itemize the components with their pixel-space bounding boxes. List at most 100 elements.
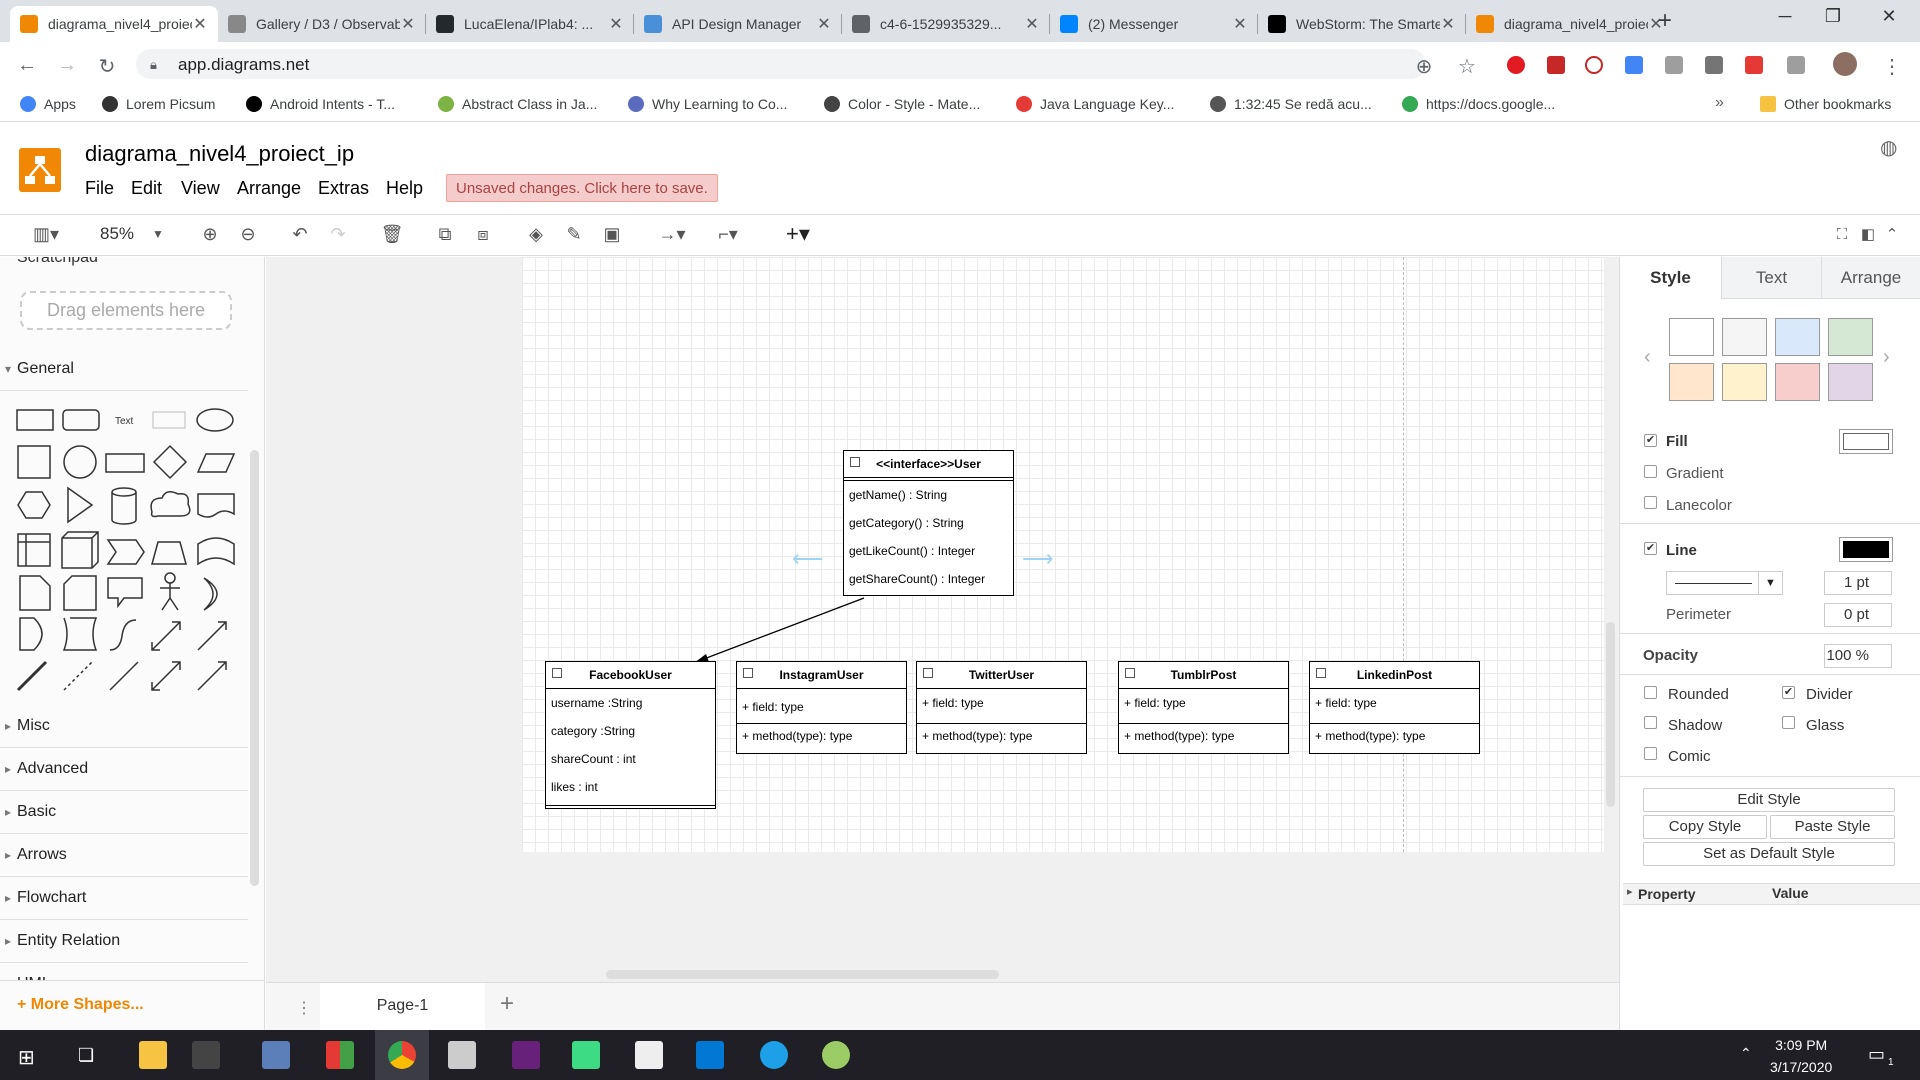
swatch-prev-icon[interactable]: ‹ <box>1644 346 1651 369</box>
property-column-header: Property <box>1638 886 1696 902</box>
uml-method: + method(type): type <box>1124 729 1235 743</box>
divider-label: Divider <box>1806 686 1853 703</box>
shadow-checkbox[interactable] <box>1644 716 1657 729</box>
pages-menu-icon[interactable]: ⋮ <box>296 998 312 1018</box>
line-style-select[interactable]: ▼ <box>1666 571 1783 595</box>
chrome-icon[interactable] <box>388 1041 416 1069</box>
uml-separator <box>546 805 715 806</box>
panel-divider <box>1620 523 1920 524</box>
glass-label: Glass <box>1806 717 1845 734</box>
uml-class-instagramuser[interactable]: InstagramUser + field: type + method(typ… <box>736 661 907 754</box>
uml-field: + field: type <box>1315 696 1377 710</box>
uml-field: username :String <box>551 696 643 710</box>
fill-label: Fill <box>1666 433 1688 450</box>
line-color-picker[interactable] <box>1839 537 1893 562</box>
style-swatch[interactable] <box>1775 318 1820 356</box>
uml-interface-user[interactable]: <<interface>>User getName() : String get… <box>843 450 1014 596</box>
perimeter-input[interactable]: 0 pt <box>1824 603 1892 627</box>
copy-style-button[interactable]: Copy Style <box>1643 815 1767 839</box>
chevron-down-icon: ▼ <box>1758 572 1782 594</box>
uml-class-tumblrpost[interactable]: TumblrPost + field: type + method(type):… <box>1118 661 1289 754</box>
paint-icon[interactable] <box>822 1041 850 1069</box>
uml-method: getName() : String <box>849 488 948 502</box>
divider-checkbox[interactable]: ✔ <box>1782 686 1795 699</box>
uml-class-title: InstagramUser <box>737 662 906 689</box>
comic-checkbox[interactable] <box>1644 747 1657 760</box>
swatch-next-icon[interactable]: › <box>1883 346 1890 369</box>
lanecolor-checkbox[interactable] <box>1644 496 1657 509</box>
uml-class-twitteruser[interactable]: TwitterUser + field: type + method(type)… <box>916 661 1087 754</box>
style-swatch[interactable] <box>1775 363 1820 401</box>
uml-method: + method(type): type <box>742 729 853 743</box>
paste-style-button[interactable]: Paste Style <box>1770 815 1895 839</box>
style-swatch[interactable] <box>1669 318 1714 356</box>
opacity-label: Opacity <box>1643 647 1699 664</box>
taskbar-app-icon[interactable] <box>262 1041 290 1069</box>
panel-divider <box>1620 674 1920 675</box>
notification-icon[interactable]: ▭ <box>1868 1044 1885 1065</box>
expand-icon[interactable]: ▸ <box>1627 885 1633 898</box>
uml-field: shareCount : int <box>551 752 636 766</box>
taskbar-app-icon[interactable] <box>192 1041 220 1069</box>
lanecolor-label: Lanecolor <box>1666 497 1732 514</box>
android-studio-icon[interactable] <box>572 1041 600 1069</box>
file-explorer-icon[interactable] <box>139 1041 167 1069</box>
tab-text[interactable]: Text <box>1721 257 1821 299</box>
fill-checkbox[interactable]: ✔ <box>1644 434 1657 447</box>
uml-method: getShareCount() : Integer <box>849 572 986 586</box>
uml-field: category :String <box>551 724 636 738</box>
gradient-label: Gradient <box>1666 465 1724 482</box>
uml-class-title: TwitterUser <box>917 662 1086 689</box>
uml-method: getCategory() : String <box>849 516 964 530</box>
uml-field: + field: type <box>922 696 984 710</box>
rounded-label: Rounded <box>1668 686 1729 703</box>
gradient-checkbox[interactable] <box>1644 465 1657 478</box>
uml-method: + method(type): type <box>922 729 1033 743</box>
clock-time: 3:09 PM <box>1775 1037 1828 1053</box>
task-view-icon[interactable]: ❏ <box>78 1045 94 1066</box>
uml-method: getLikeCount() : Integer <box>849 544 976 558</box>
uml-class-title: <<interface>>User <box>844 451 1013 478</box>
glass-checkbox[interactable] <box>1782 716 1795 729</box>
tab-arrange[interactable]: Arrange <box>1821 257 1920 299</box>
style-swatch[interactable] <box>1828 363 1873 401</box>
rounded-checkbox[interactable] <box>1644 686 1657 699</box>
page-tab[interactable]: Page-1 <box>320 983 485 1030</box>
system-tray-chevron-icon[interactable]: ⌃ <box>1740 1045 1752 1062</box>
visual-studio-icon[interactable] <box>512 1041 540 1069</box>
style-swatch[interactable] <box>1828 318 1873 356</box>
uml-class-linkedinpost[interactable]: LinkedinPost + field: type + method(type… <box>1309 661 1480 754</box>
photos-icon[interactable] <box>635 1041 663 1069</box>
taskbar-clock[interactable]: 3:09 PM 3/17/2020 <box>1770 1034 1832 1078</box>
add-page-icon[interactable]: + <box>500 990 514 1018</box>
virtualbox-icon[interactable] <box>448 1041 476 1069</box>
opacity-input[interactable]: 100 % <box>1824 644 1892 668</box>
value-column-header: Value <box>1772 885 1809 901</box>
style-swatch[interactable] <box>1722 318 1767 356</box>
perimeter-label: Perimeter <box>1666 606 1732 623</box>
internet-explorer-icon[interactable] <box>760 1041 788 1069</box>
inheritance-connector[interactable] <box>695 597 865 663</box>
shadow-label: Shadow <box>1668 717 1723 734</box>
style-swatch[interactable] <box>1722 363 1767 401</box>
vscode-icon[interactable] <box>696 1041 724 1069</box>
style-swatch[interactable] <box>1669 363 1714 401</box>
set-default-style-button[interactable]: Set as Default Style <box>1643 842 1895 866</box>
uml-field: + field: type <box>742 700 804 714</box>
uml-class-title: TumblrPost <box>1119 662 1288 689</box>
line-width-input[interactable]: 1 pt <box>1824 571 1892 595</box>
fill-color-picker[interactable] <box>1839 429 1893 454</box>
line-checkbox[interactable]: ✔ <box>1644 542 1657 555</box>
uml-class-facebookuser[interactable]: FacebookUser username :String category :… <box>545 661 716 809</box>
edit-style-button[interactable]: Edit Style <box>1643 788 1895 812</box>
uml-field: likes : int <box>551 780 598 794</box>
line-label: Line <box>1666 542 1697 559</box>
uml-class-title: LinkedinPost <box>1310 662 1479 689</box>
panel-divider <box>1620 776 1920 777</box>
windows-start-icon[interactable]: ⊞ <box>18 1045 35 1070</box>
uml-method: + method(type): type <box>1315 729 1426 743</box>
tab-style[interactable]: Style <box>1621 257 1720 299</box>
clock-date: 3/17/2020 <box>1770 1059 1833 1075</box>
taskbar-app-icon[interactable] <box>326 1041 354 1069</box>
uml-class-title: FacebookUser <box>546 662 715 689</box>
